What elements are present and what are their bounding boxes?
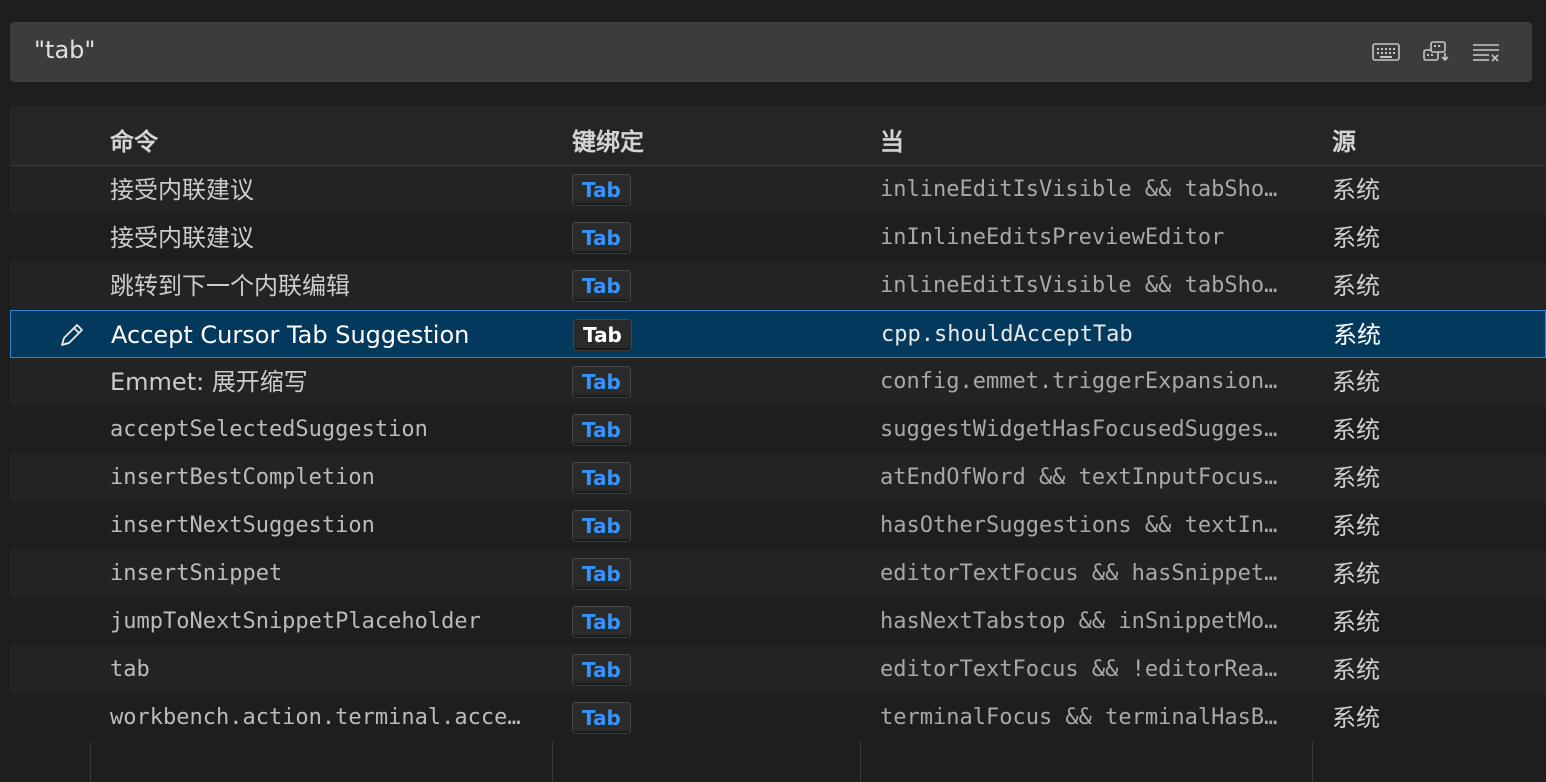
keybinding-cell: Tab xyxy=(572,214,812,262)
keybinding-cell: Tab xyxy=(572,646,812,694)
table-row[interactable]: insertNextSuggestion Tab hasOtherSuggest… xyxy=(10,502,1546,550)
key-badge: Tab xyxy=(572,558,631,590)
clear-filter-icon[interactable] xyxy=(1470,38,1502,66)
key-badge: Tab xyxy=(572,174,631,206)
when-clause: inlineEditIsVisible && tabSho… xyxy=(880,177,1278,202)
command-label: 接受内联建议 xyxy=(110,176,254,204)
table-row[interactable]: workbench.action.terminal.acce… Tab term… xyxy=(10,694,1546,742)
when-clause: config.emmet.triggerExpansion… xyxy=(880,369,1278,394)
header-command[interactable]: 命令 xyxy=(110,122,158,157)
table-row[interactable]: 接受内联建议 Tab inInlineEditsPreviewEditor 系统 xyxy=(10,214,1546,262)
command-label: 跳转到下一个内联编辑 xyxy=(110,272,350,300)
when-clause: inInlineEditsPreviewEditor xyxy=(880,225,1225,250)
command-label: Emmet: 展开缩写 xyxy=(110,368,308,396)
key-badge: Tab xyxy=(572,654,631,686)
when-clause: editorTextFocus && hasSnippet… xyxy=(880,561,1278,586)
table-row-selected[interactable]: Accept Cursor Tab Suggestion Tab cpp.sho… xyxy=(10,310,1546,358)
sort-precedence-icon[interactable] xyxy=(1420,38,1452,66)
table-row[interactable]: jumpToNextSnippetPlaceholder Tab hasNext… xyxy=(10,598,1546,646)
when-clause: hasOtherSuggestions && textIn… xyxy=(880,513,1278,538)
header-when[interactable]: 当 xyxy=(880,122,904,157)
source-label: 系统 xyxy=(1332,368,1380,396)
table-header: 命令 键绑定 当 源 xyxy=(10,106,1546,166)
source-label: 系统 xyxy=(1332,608,1380,636)
key-badge: Tab xyxy=(572,606,631,638)
header-source[interactable]: 源 xyxy=(1332,122,1356,157)
source-label: 系统 xyxy=(1332,512,1380,540)
header-keybinding[interactable]: 键绑定 xyxy=(572,122,644,157)
command-id: insertNextSuggestion xyxy=(110,513,375,538)
keybinding-cell: Tab xyxy=(572,550,812,598)
table-row[interactable]: 跳转到下一个内联编辑 Tab inlineEditIsVisible && ta… xyxy=(10,262,1546,310)
source-label: 系统 xyxy=(1332,464,1380,492)
command-id: insertBestCompletion xyxy=(110,465,375,490)
key-badge: Tab xyxy=(572,222,631,254)
when-clause: cpp.shouldAcceptTab xyxy=(881,322,1133,347)
keybindings-table: 命令 键绑定 当 源 接受内联建议 Tab inlineEditIsVisibl… xyxy=(10,106,1546,782)
keybindings-search-bar xyxy=(10,22,1532,82)
when-clause: editorTextFocus && !editorRea… xyxy=(880,657,1278,682)
keybinding-cell: Tab xyxy=(572,454,812,502)
key-badge: Tab xyxy=(572,414,631,446)
table-row[interactable]: acceptSelectedSuggestion Tab suggestWidg… xyxy=(10,406,1546,454)
source-label: 系统 xyxy=(1332,176,1380,204)
source-label: 系统 xyxy=(1332,560,1380,588)
keybinding-cell: Tab xyxy=(572,694,812,742)
keybinding-cell: Tab xyxy=(573,311,813,359)
pencil-icon[interactable] xyxy=(57,320,87,350)
command-id: tab xyxy=(110,657,150,682)
when-clause: terminalFocus && terminalHasB… xyxy=(880,705,1278,730)
source-label: 系统 xyxy=(1332,704,1380,732)
keybindings-search-input[interactable] xyxy=(32,34,1336,66)
key-badge: Tab xyxy=(573,319,632,351)
keybinding-cell: Tab xyxy=(572,406,812,454)
keybinding-cell: Tab xyxy=(572,358,812,406)
source-label: 系统 xyxy=(1332,656,1380,684)
key-badge: Tab xyxy=(572,702,631,734)
command-id: insertSnippet xyxy=(110,561,283,586)
keybinding-cell: Tab xyxy=(572,262,812,310)
source-label: 系统 xyxy=(1333,321,1381,349)
table-row[interactable]: 接受内联建议 Tab inlineEditIsVisible && tabSho… xyxy=(10,166,1546,214)
command-label: Accept Cursor Tab Suggestion xyxy=(111,321,470,349)
source-label: 系统 xyxy=(1332,416,1380,444)
table-row[interactable]: tab Tab editorTextFocus && !editorRea… 系… xyxy=(10,646,1546,694)
keybinding-cell: Tab xyxy=(572,502,812,550)
when-clause: hasNextTabstop && inSnippetMo… xyxy=(880,609,1278,634)
key-badge: Tab xyxy=(572,510,631,542)
keybinding-cell: Tab xyxy=(572,166,812,214)
when-clause: inlineEditIsVisible && tabSho… xyxy=(880,273,1278,298)
source-label: 系统 xyxy=(1332,272,1380,300)
command-label: 接受内联建议 xyxy=(110,224,254,252)
command-id: jumpToNextSnippetPlaceholder xyxy=(110,609,481,634)
table-row[interactable]: Emmet: 展开缩写 Tab config.emmet.triggerExpa… xyxy=(10,358,1546,406)
keybinding-cell: Tab xyxy=(572,598,812,646)
table-row[interactable]: insertSnippet Tab editorTextFocus && has… xyxy=(10,550,1546,598)
key-badge: Tab xyxy=(572,462,631,494)
when-clause: suggestWidgetHasFocusedSugges… xyxy=(880,417,1278,442)
keyboard-icon[interactable] xyxy=(1370,38,1402,66)
command-id: workbench.action.terminal.acce… xyxy=(110,705,521,730)
table-row[interactable]: insertBestCompletion Tab atEndOfWord && … xyxy=(10,454,1546,502)
key-badge: Tab xyxy=(572,366,631,398)
when-clause: atEndOfWord && textInputFocus… xyxy=(880,465,1278,490)
key-badge: Tab xyxy=(572,270,631,302)
search-actions xyxy=(1370,38,1502,66)
command-id: acceptSelectedSuggestion xyxy=(110,417,428,442)
source-label: 系统 xyxy=(1332,224,1380,252)
